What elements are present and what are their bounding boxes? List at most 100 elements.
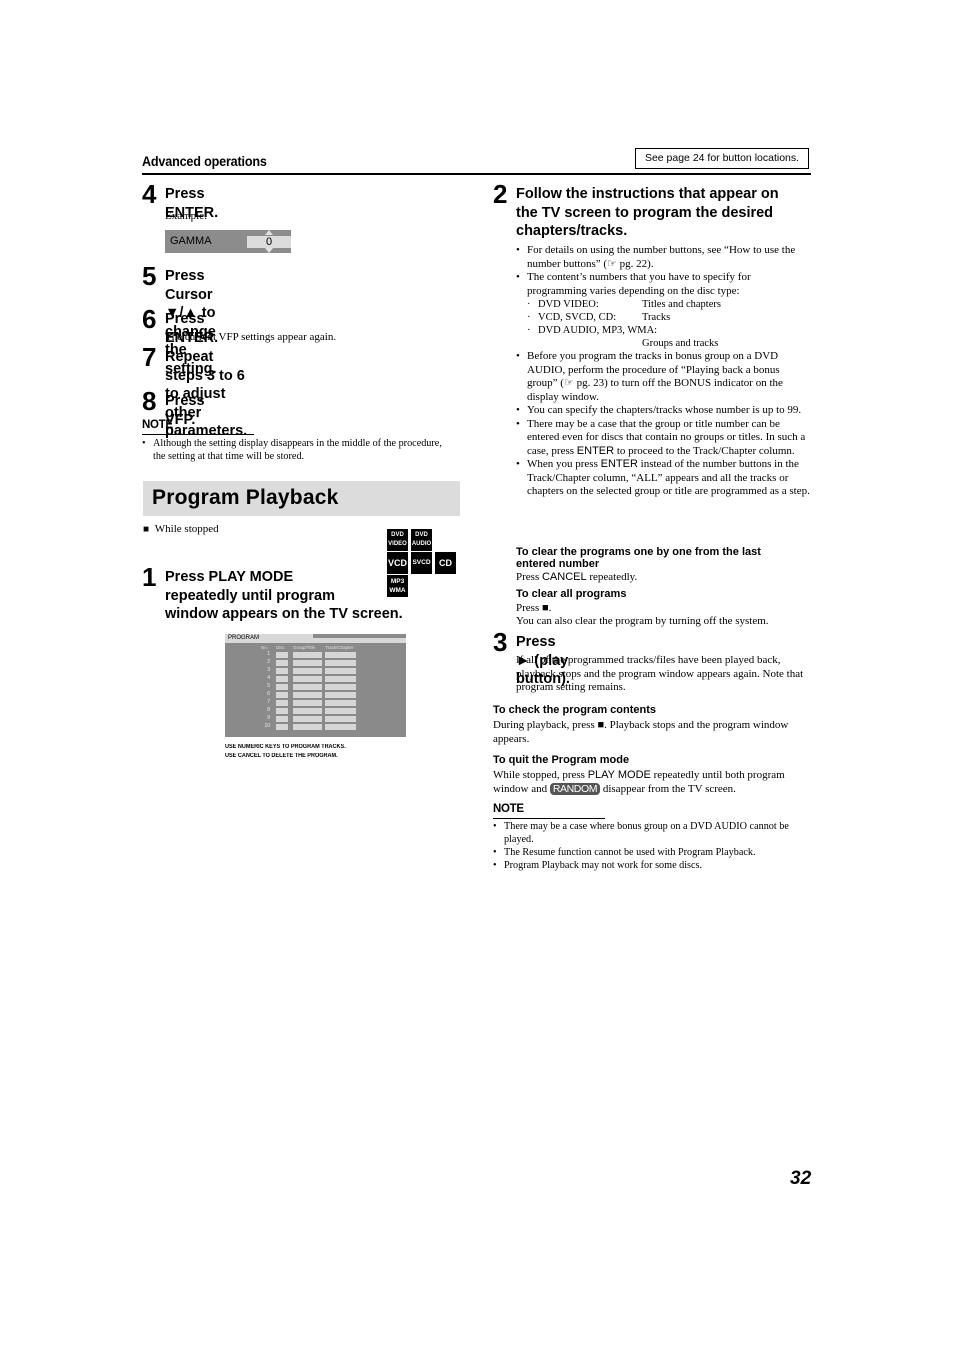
program-cell-disc: [276, 652, 288, 658]
text: disappear from the TV screen.: [600, 783, 736, 795]
program-row-number: 2: [267, 659, 270, 665]
badge-line: DVD: [391, 532, 404, 538]
banner-title: Program Playback: [152, 486, 339, 509]
clear-one-body: Press CANCEL repeatedly.: [516, 571, 812, 585]
column-header-disc: Disc: [276, 645, 285, 650]
step-2-bullets: For details on using the number buttons,…: [516, 244, 812, 298]
program-row-number: 7: [267, 699, 270, 705]
program-cell-disc: [276, 700, 288, 706]
check-contents-body: During playback, press ■. Playback stops…: [493, 719, 789, 745]
program-cell-group-title: [293, 668, 322, 674]
gamma-value: 0: [247, 236, 291, 248]
cd-badge: CD: [433, 552, 456, 574]
note-heading: NOTE: [493, 803, 524, 815]
column-header-group-title: Group/Title: [293, 645, 316, 650]
step-number: 5: [142, 261, 157, 291]
program-cell-group-title: [293, 676, 322, 682]
bullet-item: Before you program the tracks in bonus g…: [516, 350, 812, 404]
program-cell-group-title: [293, 684, 322, 690]
program-cell-track-chapter: [325, 668, 356, 674]
header-rule: [142, 173, 811, 175]
bullet-item: You can specify the chapters/tracks whos…: [516, 404, 812, 418]
program-cell-disc: [276, 684, 288, 690]
step-title-line: window appears on the TV screen.: [165, 606, 403, 622]
program-caption: USE NUMERIC KEYS TO PROGRAM TRACKS. USE …: [225, 743, 425, 761]
program-cell-track-chapter: [325, 716, 356, 722]
step-number: 6: [142, 304, 157, 334]
bullet-item: When you press ENTER instead of the numb…: [516, 458, 812, 499]
note-item: The Resume function cannot be used with …: [493, 846, 813, 859]
program-cell-disc: [276, 692, 288, 698]
gamma-setting-display: GAMMA 0: [165, 230, 291, 253]
program-cell-track-chapter: [325, 684, 356, 690]
program-cell-group-title: [293, 652, 322, 658]
note-rule: [142, 434, 254, 435]
program-cell-group-title: [293, 692, 322, 698]
program-cell-disc: [276, 724, 288, 730]
program-cell-disc: [276, 668, 288, 674]
step-number: 4: [142, 179, 157, 209]
text: to proceed to the Track/Chapter column.: [614, 444, 795, 457]
disc-content: Titles and chapters: [642, 299, 721, 310]
disc-type-row: · DVD AUDIO, MP3, WMA: Groups and tracks: [527, 324, 812, 350]
program-row-number: 3: [267, 667, 270, 673]
disc-type: VCD, SVCD, CD:: [538, 312, 617, 323]
dvd-video-badge: DVD VIDEO: [385, 529, 408, 551]
program-tab-label: PROGRAM: [225, 634, 313, 643]
gamma-label: GAMMA: [170, 235, 212, 247]
arrow-up-icon: [265, 230, 273, 235]
quit-mode-body: While stopped, press PLAY MODE repeatedl…: [493, 768, 813, 796]
disc-type: DVD VIDEO:: [538, 299, 599, 310]
check-contents-heading: To check the program contents: [493, 704, 656, 716]
program-cell-disc: [276, 708, 288, 714]
bullet-item: There may be a case that the group or ti…: [516, 418, 812, 459]
program-window: PROGRAM No. Disc Group/Title Track/Chapt…: [225, 634, 406, 737]
bullet-item: The content’s numbers that you have to s…: [516, 271, 812, 298]
disc-type-row: · DVD VIDEO: Titles and chapters: [527, 299, 721, 310]
text: While stopped, press: [493, 769, 588, 781]
caption-line: USE NUMERIC KEYS TO PROGRAM TRACKS.: [225, 744, 346, 750]
badge-line: AUDIO: [411, 541, 432, 547]
note-item: There may be a case where bonus group on…: [493, 820, 813, 846]
caption-line: USE CANCEL TO DELETE THE PROGRAM.: [225, 753, 338, 759]
program-cell-track-chapter: [325, 724, 356, 730]
clear-all-heading: To clear all programs: [516, 587, 627, 600]
page-number: 32: [790, 1168, 812, 1189]
clear-all-body-2: You can also clear the program by turnin…: [516, 615, 769, 627]
step-3-body: If all of the programmed tracks/files ha…: [516, 654, 804, 693]
program-cell-disc: [276, 660, 288, 666]
disc-type-list: · DVD VIDEO: Titles and chapters · VCD, S…: [516, 298, 812, 350]
disc-type: DVD AUDIO, MP3, WMA:: [538, 325, 658, 336]
program-cell-group-title: [293, 708, 322, 714]
step-2-bullets-more: Before you program the tracks in bonus g…: [516, 350, 812, 499]
program-cell-track-chapter: [325, 700, 356, 706]
see-page-note: See page 24 for button locations.: [635, 148, 809, 169]
arrow-down-icon: [265, 248, 273, 253]
program-cell-group-title: [293, 660, 322, 666]
step-6-body: The current VFP settings appear again.: [165, 331, 337, 343]
random-indicator: RANDOM: [549, 783, 601, 795]
key-name: ENTER: [576, 444, 615, 457]
program-playback-banner: Program Playback: [143, 481, 460, 516]
step-2-details: For details on using the number buttons,…: [516, 244, 812, 499]
text: repeatedly.: [586, 571, 638, 583]
svcd-badge: SVCD: [409, 552, 432, 574]
note-item: Although the setting display disappears …: [142, 437, 442, 463]
badge-line: VIDEO: [388, 541, 407, 547]
step-title: Follow the instructions that appear on t…: [516, 185, 779, 241]
program-row-number: 8: [267, 707, 270, 713]
text: When you press: [527, 458, 601, 470]
while-stopped-condition: ■ While stopped: [143, 523, 219, 537]
key-name: ENTER: [600, 458, 638, 470]
program-row-number: 9: [267, 715, 270, 721]
clear-programs-section: To clear the programs one by one from th…: [516, 546, 812, 629]
program-tab-line: [313, 638, 406, 643]
note-list: Although the setting display disappears …: [142, 437, 442, 463]
clear-one-heading: To clear the programs one by one from th…: [516, 546, 761, 570]
program-cell-track-chapter: [325, 708, 356, 714]
disc-content: Tracks: [642, 312, 671, 323]
disc-type-row: · VCD, SVCD, CD: Tracks: [527, 312, 671, 323]
section-title: Advanced operations: [142, 153, 267, 169]
step-number: 8: [142, 386, 157, 416]
step-number: 2: [493, 179, 508, 209]
